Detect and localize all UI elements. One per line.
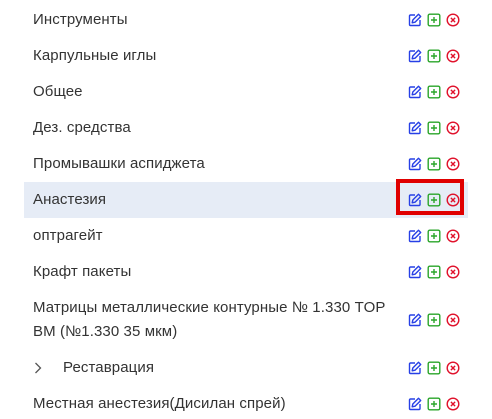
list-item[interactable]: Крафт пакеты [24, 254, 468, 290]
item-label: оптрагейт [33, 227, 103, 244]
delete-icon[interactable] [446, 397, 460, 411]
item-actions [408, 85, 460, 99]
delete-icon[interactable] [446, 229, 460, 243]
item-label: Общее [33, 83, 83, 100]
delete-icon[interactable] [446, 361, 460, 375]
edit-icon[interactable] [408, 157, 422, 171]
item-label: Анастезия [33, 191, 107, 208]
edit-icon[interactable] [408, 121, 422, 135]
delete-icon[interactable] [446, 313, 460, 327]
item-actions [408, 49, 460, 63]
item-label: Местная анестезия(Дисилан спрей) [33, 395, 286, 412]
item-label: Матрицы металлические контурные № 1.330 … [33, 299, 386, 340]
edit-icon[interactable] [408, 193, 422, 207]
delete-icon[interactable] [446, 121, 460, 135]
item-actions [408, 313, 460, 327]
item-label: Дез. средства [33, 119, 131, 136]
item-actions [408, 193, 460, 207]
add-icon[interactable] [427, 361, 441, 375]
item-label: Промывашки аспиджета [33, 155, 205, 172]
add-icon[interactable] [427, 85, 441, 99]
item-actions [408, 361, 460, 375]
delete-icon[interactable] [446, 193, 460, 207]
list-item-selected[interactable]: Анастезия [24, 182, 468, 218]
edit-icon[interactable] [408, 361, 422, 375]
delete-icon[interactable] [446, 157, 460, 171]
list-item[interactable]: Общее [24, 74, 468, 110]
edit-icon[interactable] [408, 229, 422, 243]
list-item[interactable]: Дез. средства [24, 110, 468, 146]
list-item[interactable]: оптрагейт [24, 218, 468, 254]
list-item[interactable]: Местная анестезия(Дисилан спрей) [24, 386, 468, 419]
add-icon[interactable] [427, 121, 441, 135]
item-actions [408, 265, 460, 279]
item-actions [408, 13, 460, 27]
add-icon[interactable] [427, 313, 441, 327]
delete-icon[interactable] [446, 49, 460, 63]
edit-icon[interactable] [408, 49, 422, 63]
item-actions [408, 121, 460, 135]
edit-icon[interactable] [408, 313, 422, 327]
delete-icon[interactable] [446, 85, 460, 99]
item-label: Инструменты [33, 11, 128, 28]
item-label: Крафт пакеты [33, 263, 132, 280]
add-icon[interactable] [427, 157, 441, 171]
item-actions [408, 157, 460, 171]
delete-icon[interactable] [446, 265, 460, 279]
edit-icon[interactable] [408, 397, 422, 411]
item-label: Реставрация [63, 359, 155, 376]
item-label: Карпульные иглы [33, 47, 157, 64]
list-item[interactable]: Инструменты [24, 2, 468, 38]
list-item[interactable]: Промывашки аспиджета [24, 146, 468, 182]
edit-icon[interactable] [408, 13, 422, 27]
chevron-right-icon[interactable] [24, 361, 63, 375]
add-icon[interactable] [427, 265, 441, 279]
list-item-expandable[interactable]: Реставрация [24, 350, 468, 386]
add-icon[interactable] [427, 193, 441, 207]
item-actions [408, 229, 460, 243]
edit-icon[interactable] [408, 85, 422, 99]
list-item[interactable]: Карпульные иглы [24, 38, 468, 74]
category-list: Инструменты Карпульные иглы Общее Дез. с… [0, 0, 492, 419]
delete-icon[interactable] [446, 13, 460, 27]
item-actions [408, 397, 460, 411]
edit-icon[interactable] [408, 265, 422, 279]
add-icon[interactable] [427, 397, 441, 411]
add-icon[interactable] [427, 13, 441, 27]
list-item[interactable]: Матрицы металлические контурные № 1.330 … [24, 290, 468, 350]
add-icon[interactable] [427, 229, 441, 243]
add-icon[interactable] [427, 49, 441, 63]
